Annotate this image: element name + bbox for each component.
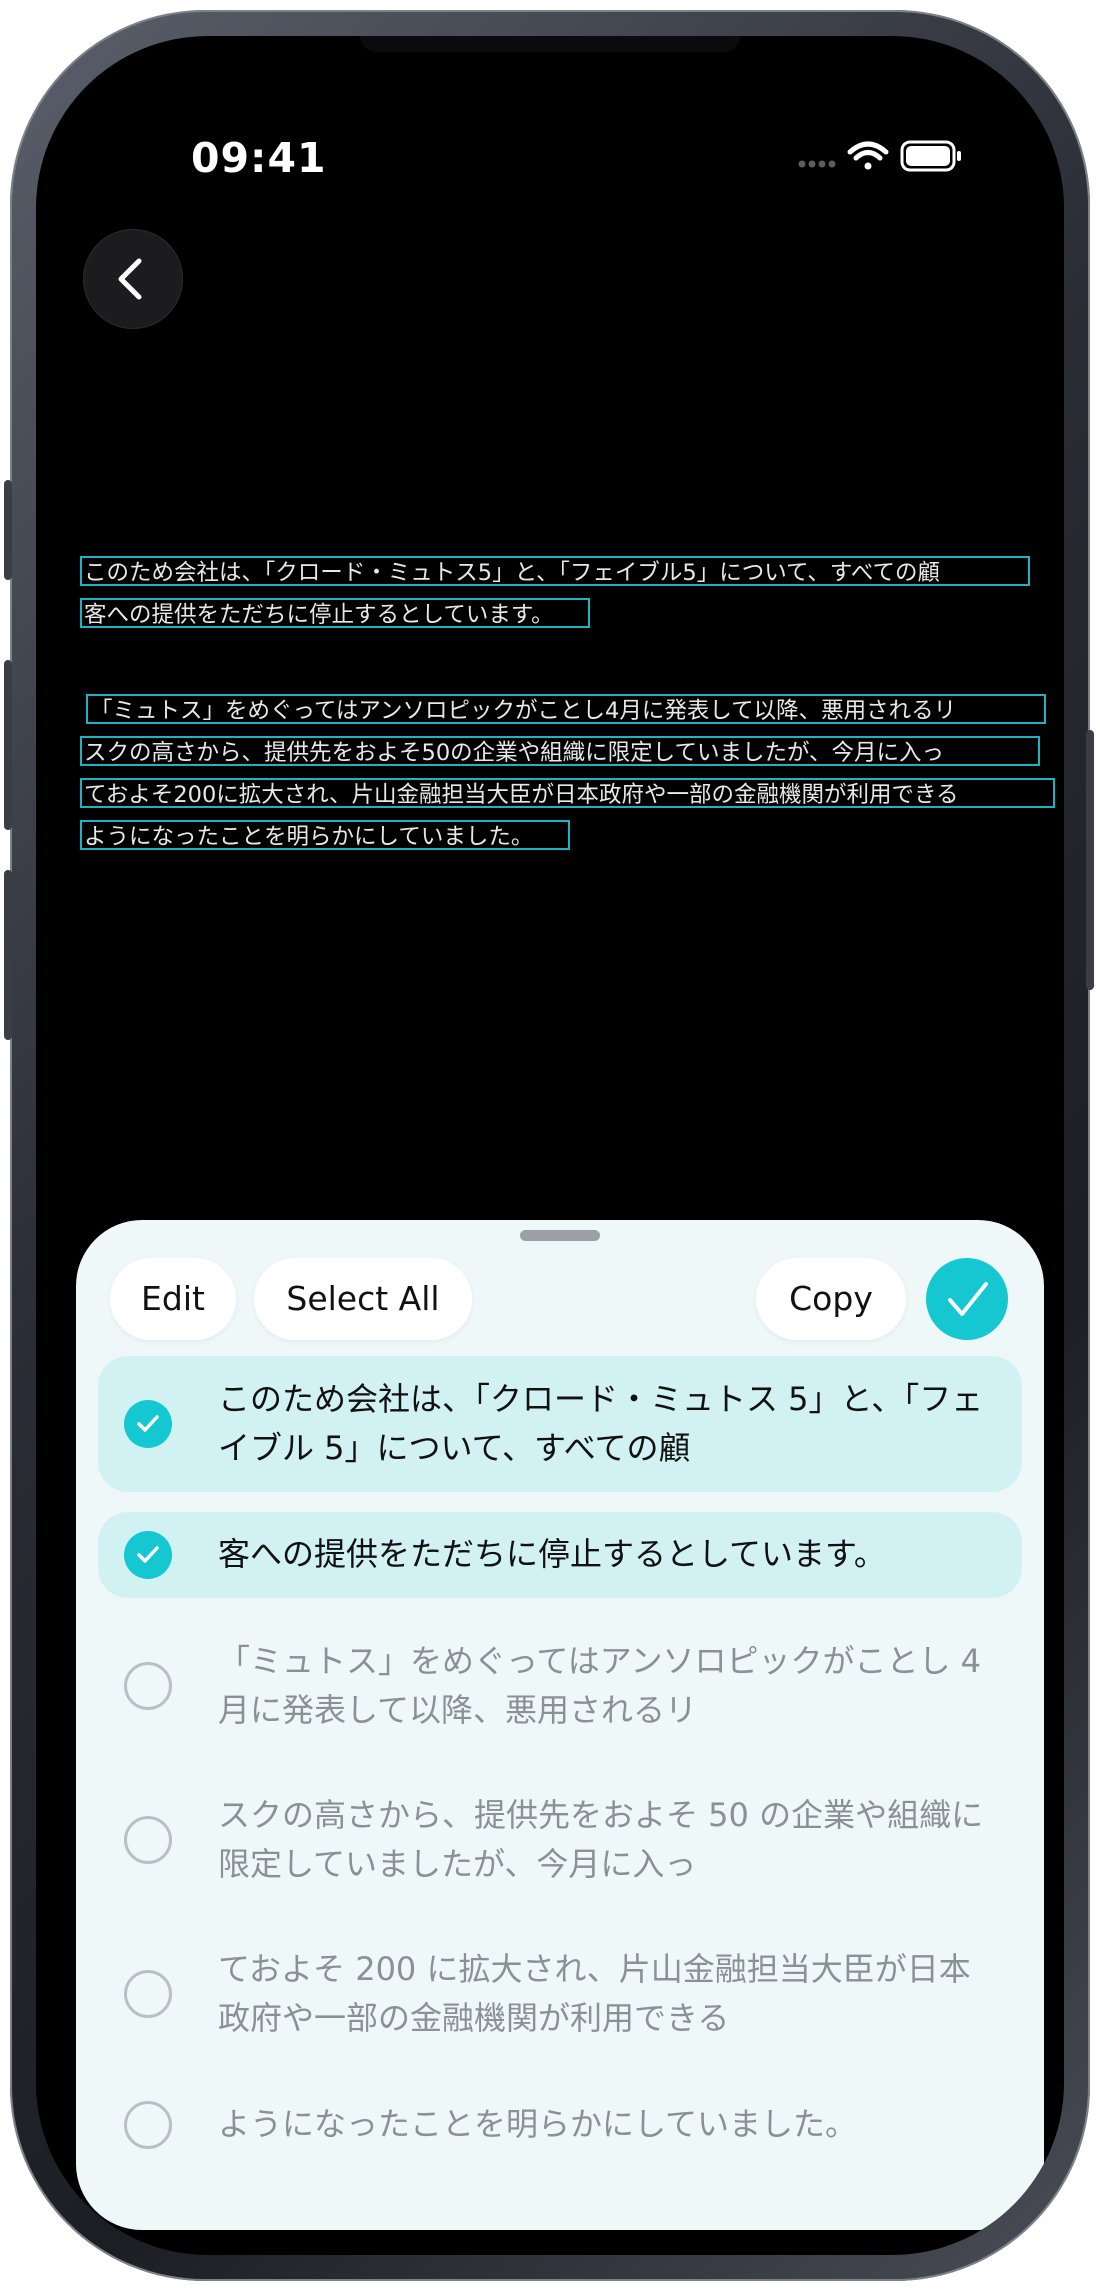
screen: 09:41 このため会社は、「クロード・ミュトス5」と、「フェイブル5」について… xyxy=(36,36,1064,2255)
unchecked-circle-icon[interactable] xyxy=(124,1816,172,1864)
action-button xyxy=(4,480,12,580)
checked-circle-icon[interactable] xyxy=(124,1400,172,1448)
list-item-text: このため会社は、「クロード・ミュトス 5」と、「フェイブル 5」について、すべて… xyxy=(218,1380,984,1467)
checkmark-icon xyxy=(137,1546,159,1563)
unchecked-circle-icon[interactable] xyxy=(124,1662,172,1710)
list-item-text: 客への提供をただちに停止するとしています。 xyxy=(218,1535,886,1573)
ocr-line-6[interactable]: ようになったことを明らかにしていました。 xyxy=(80,820,570,850)
edit-button[interactable]: Edit xyxy=(110,1258,236,1340)
status-icons xyxy=(766,136,976,176)
signal-dots-icon xyxy=(798,160,836,168)
checked-circle-icon[interactable] xyxy=(124,1531,172,1579)
list-item-text: 「ミュトス」をめぐってはアンソロピックがことし 4 月に発表して以降、悪用される… xyxy=(218,1642,982,1729)
list-item-text: ようになったことを明らかにしていました。 xyxy=(218,2105,858,2143)
checkmark-icon xyxy=(137,1415,159,1432)
text-selection-sheet: Edit Select All Copy このため会社は、「クロード・ミュトス … xyxy=(76,1220,1044,2230)
done-button[interactable] xyxy=(926,1258,1008,1340)
unchecked-circle-icon[interactable] xyxy=(124,2101,172,2149)
list-item-text: ておよそ 200 に拡大され、片山金融担当大臣が日本政府や一部の金融機関が利用で… xyxy=(218,1950,971,2037)
ocr-line-1[interactable]: このため会社は、「クロード・ミュトス5」と、「フェイブル5」について、すべての顧 xyxy=(80,556,1030,586)
list-item[interactable]: 「ミュトス」をめぐってはアンソロピックがことし 4 月に発表して以降、悪用される… xyxy=(98,1618,1022,1754)
chevron-left-icon xyxy=(118,258,142,300)
back-button[interactable] xyxy=(83,229,183,329)
list-item-text: スクの高さから、提供先をおよそ 50 の企業や組織に限定していましたが、今月に入… xyxy=(218,1796,984,1883)
list-item[interactable]: 客への提供をただちに停止するとしています。 xyxy=(98,1512,1022,1598)
notch xyxy=(360,36,740,52)
list-item[interactable]: ておよそ 200 に拡大され、片山金融担当大臣が日本政府や一部の金融機関が利用で… xyxy=(98,1926,1022,2062)
select-all-button[interactable]: Select All xyxy=(254,1258,472,1340)
copy-button[interactable]: Copy xyxy=(756,1258,906,1340)
checkmark-icon xyxy=(948,1282,988,1316)
volume-down-button xyxy=(4,870,12,1040)
ocr-line-2[interactable]: 客への提供をただちに停止するとしています。 xyxy=(80,598,590,628)
ocr-line-5[interactable]: ておよそ200に拡大され、片山金融担当大臣が日本政府や一部の金融機関が利用できる xyxy=(80,778,1055,808)
wifi-icon xyxy=(847,141,889,170)
sheet-grabber[interactable] xyxy=(520,1230,600,1241)
list-item[interactable]: このため会社は、「クロード・ミュトス 5」と、「フェイブル 5」について、すべて… xyxy=(98,1356,1022,1492)
unchecked-circle-icon[interactable] xyxy=(124,1970,172,2018)
ocr-line-3[interactable]: 「ミュトス」をめぐってはアンソロピックがことし4月に発表して以降、悪用されるリ xyxy=(86,694,1046,724)
power-button xyxy=(1086,730,1094,990)
status-time: 09:41 xyxy=(191,134,327,182)
phone-frame: 09:41 このため会社は、「クロード・ミュトス5」と、「フェイブル5」について… xyxy=(4,10,1094,2281)
ocr-line-4[interactable]: スクの高さから、提供先をおよそ50の企業や組織に限定していましたが、今月に入っ xyxy=(80,736,1040,766)
battery-icon xyxy=(900,140,961,172)
status-icons-svg xyxy=(798,140,961,172)
volume-up-button xyxy=(4,660,12,830)
list-item[interactable]: ようになったことを明らかにしていました。 xyxy=(98,2080,1022,2170)
list-item[interactable]: スクの高さから、提供先をおよそ 50 の企業や組織に限定していましたが、今月に入… xyxy=(98,1772,1022,1908)
